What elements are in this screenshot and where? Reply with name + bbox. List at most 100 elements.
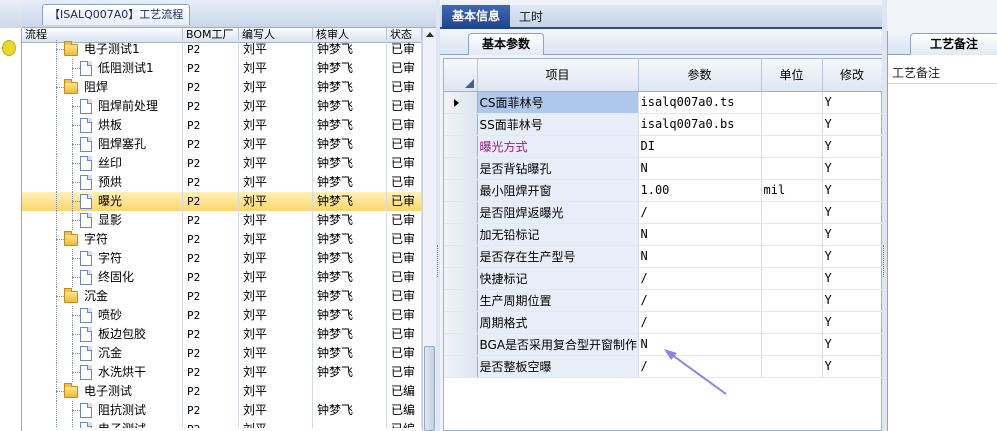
param-edit-cell[interactable]: Y (822, 245, 883, 268)
param-row[interactable]: 周期格式 / Y (444, 311, 883, 334)
param-item-cell[interactable]: 周期格式 (477, 311, 639, 334)
param-item-cell[interactable]: 是否背钻曝孔 (477, 157, 639, 180)
tree-node[interactable]: 电子测试 (22, 420, 183, 428)
tree-row[interactable]: 阻焊 P2 刘平 钟梦飞 已审 (22, 78, 422, 97)
tree-node[interactable]: 曝光 (22, 192, 183, 211)
param-value-cell[interactable]: N (638, 223, 762, 246)
param-unit-cell[interactable] (761, 201, 823, 224)
tree-row[interactable]: 阻焊前处理 P2 刘平 钟梦飞 已审 (22, 97, 422, 116)
param-edit-cell[interactable]: Y (822, 355, 883, 378)
tree-row[interactable]: 终固化 P2 刘平 钟梦飞 已审 (22, 268, 422, 287)
param-value-cell[interactable]: N (638, 157, 762, 180)
param-row[interactable]: 曝光方式 DI Y (444, 135, 883, 158)
process-flow-tab[interactable]: 【ISALQ007A0】工艺流程 (42, 4, 191, 25)
tree-row[interactable]: 水洗烘干 P2 刘平 钟梦飞 已审 (22, 363, 422, 382)
param-item-cell[interactable]: SS面菲林号 (477, 113, 639, 136)
tab-basic-info[interactable]: 基本信息 (442, 5, 510, 29)
tree-node[interactable]: 字符 (22, 230, 183, 249)
row-header[interactable] (444, 333, 478, 356)
tree-node[interactable]: 阻焊前处理 (22, 97, 183, 116)
param-edit-cell[interactable]: Y (822, 135, 883, 158)
col-header-unit[interactable]: 单位 (761, 59, 823, 92)
tree-row[interactable]: 字符 P2 刘平 钟梦飞 已审 (22, 230, 422, 249)
param-value-cell[interactable]: / (638, 311, 762, 334)
param-value-cell[interactable]: 1.00 (638, 179, 762, 202)
param-edit-cell[interactable]: Y (822, 157, 883, 180)
tree-row[interactable]: 阻抗测试 P2 刘平 钟梦飞 已编 (22, 401, 422, 420)
row-header[interactable] (444, 223, 478, 246)
scroll-thumb[interactable] (424, 346, 435, 431)
tree-row[interactable]: 电子测试 P2刘平 已编 (22, 382, 422, 401)
param-value-cell[interactable]: N (638, 245, 762, 268)
param-value-cell[interactable]: / (638, 201, 762, 224)
param-item-cell[interactable]: 是否存在生产型号 (477, 245, 639, 268)
param-value-cell[interactable]: / (638, 267, 762, 290)
param-item-cell[interactable]: 生产周期位置 (477, 289, 639, 312)
row-header[interactable] (444, 113, 478, 136)
tree-row[interactable]: 预烘 P2 刘平 钟梦飞 已审 (22, 173, 422, 192)
param-row[interactable]: 生产周期位置 / Y (444, 289, 883, 312)
param-row[interactable]: SS面菲林号 isalq007a0.bs Y (444, 113, 883, 136)
param-row[interactable]: 是否存在生产型号 N Y (444, 245, 883, 268)
tab-work-hours[interactable]: 工时 (512, 6, 550, 28)
param-unit-cell[interactable] (761, 355, 823, 378)
param-value-cell[interactable]: DI (638, 135, 762, 158)
tree-node[interactable]: 喷砂 (22, 306, 183, 325)
tree-vertical-scrollbar[interactable] (422, 28, 436, 431)
param-row[interactable]: 加无铅标记 N Y (444, 223, 883, 246)
tab-process-notes[interactable]: 工艺备注 (910, 33, 997, 55)
param-edit-cell[interactable]: Y (822, 113, 883, 136)
left-splitter[interactable] (436, 0, 440, 431)
param-edit-cell[interactable]: Y (822, 333, 883, 356)
tree-node[interactable]: 水洗烘干 (22, 363, 183, 382)
row-header[interactable] (444, 267, 478, 290)
param-value-cell[interactable]: isalq007a0.bs (638, 113, 762, 136)
row-header[interactable] (444, 201, 478, 224)
param-row[interactable]: CS面菲林号 isalq007a0.ts Y (444, 91, 883, 114)
param-edit-cell[interactable]: Y (822, 267, 883, 290)
row-header[interactable] (444, 289, 478, 312)
tree-row[interactable]: 电子测试 P2刘平 已编 (22, 420, 422, 428)
param-item-cell[interactable]: CS面菲林号 (477, 91, 639, 114)
row-header[interactable] (444, 135, 478, 158)
param-unit-cell[interactable] (761, 135, 823, 158)
param-unit-cell[interactable] (761, 267, 823, 290)
param-unit-cell[interactable] (761, 113, 823, 136)
param-item-cell[interactable]: BGA是否采用复合型开窗制作 (477, 333, 639, 356)
param-unit-cell[interactable] (761, 289, 823, 312)
tree-row[interactable]: 低阻测试1 P2 刘平 钟梦飞 已审 (22, 59, 422, 78)
tree-node[interactable]: 显影 (22, 211, 183, 230)
param-item-cell[interactable]: 最小阻焊开窗 (477, 179, 639, 202)
col-header-item[interactable]: 项目 (477, 59, 639, 92)
tree-row[interactable]: 喷砂 P2 刘平 钟梦飞 已审 (22, 306, 422, 325)
tree-node[interactable]: 字符 (22, 249, 183, 268)
tree-row[interactable]: 显影 P2 刘平 钟梦飞 已审 (22, 211, 422, 230)
tree-node[interactable]: 低阻测试1 (22, 59, 183, 78)
grid-corner-icon[interactable] (444, 59, 478, 92)
param-unit-cell[interactable] (761, 245, 823, 268)
tree-row[interactable]: 沉金 P2 刘平 钟梦飞 已审 (22, 287, 422, 306)
tree-node[interactable]: 阻抗测试 (22, 401, 183, 420)
param-item-cell[interactable]: 是否阻焊返曝光 (477, 201, 639, 224)
row-header[interactable] (444, 311, 478, 334)
tree-row[interactable]: 曝光 P2 刘平 钟梦飞 已审 (22, 192, 422, 211)
tree-node[interactable]: 阻焊塞孔 (22, 135, 183, 154)
param-row[interactable]: 快捷标记 / Y (444, 267, 883, 290)
col-header-edit[interactable]: 修改 (822, 59, 883, 92)
param-unit-cell[interactable] (761, 333, 823, 356)
param-item-cell[interactable]: 加无铅标记 (477, 223, 639, 246)
param-row[interactable]: 是否阻焊返曝光 / Y (444, 201, 883, 224)
row-header[interactable] (444, 157, 478, 180)
tab-basic-params[interactable]: 基本参数 (468, 33, 544, 55)
tree-row[interactable]: 电子测试1 P2 刘平 钟梦飞 已审 (22, 40, 422, 59)
param-unit-cell[interactable] (761, 157, 823, 180)
tree-node[interactable]: 阻焊 (22, 78, 183, 97)
tree-node[interactable]: 预烘 (22, 173, 183, 192)
param-item-cell[interactable]: 快捷标记 (477, 267, 639, 290)
tree-row[interactable]: 字符 P2 刘平 钟梦飞 已审 (22, 249, 422, 268)
tree-node[interactable]: 终固化 (22, 268, 183, 287)
tree-node[interactable]: 沉金 (22, 344, 183, 363)
tree-row[interactable]: 烘板 P2 刘平 钟梦飞 已审 (22, 116, 422, 135)
tree-node[interactable]: 沉金 (22, 287, 183, 306)
param-unit-cell[interactable] (761, 91, 823, 114)
